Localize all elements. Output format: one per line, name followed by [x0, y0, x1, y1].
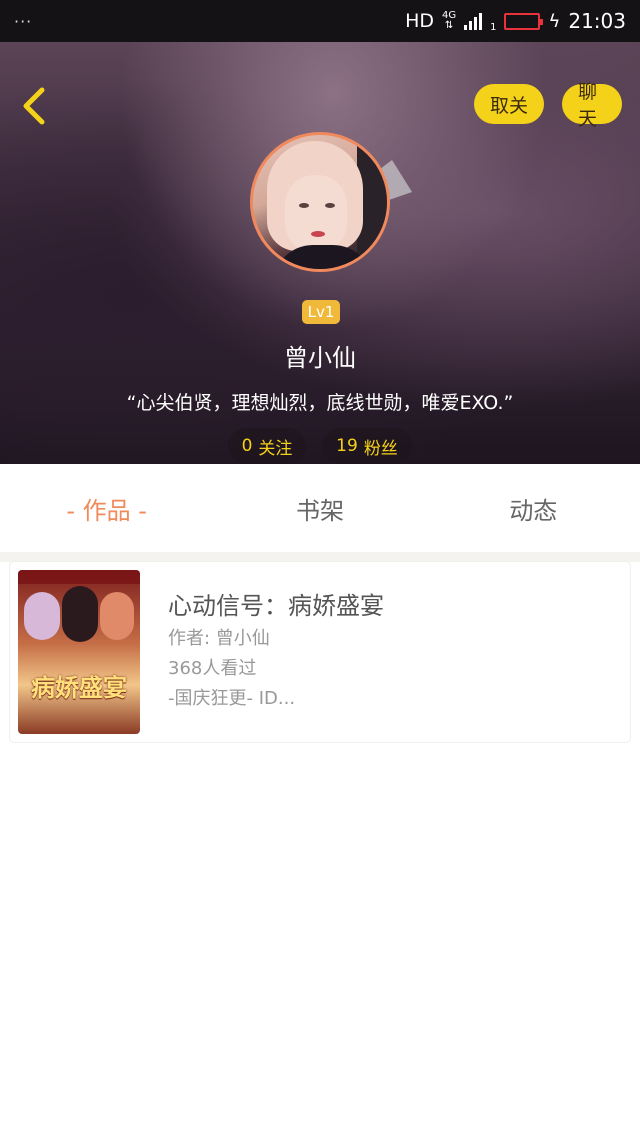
fans-label: 粉丝 — [363, 438, 398, 459]
following-label: 关注 — [258, 438, 293, 459]
username: 曾小仙 — [284, 344, 356, 372]
network-type: 4G ⇅ — [441, 10, 457, 31]
signal-icon — [464, 12, 483, 30]
back-button[interactable] — [18, 86, 52, 126]
status-bar: ··· HD 4G ⇅ 1 ϟ 21:03 — [0, 0, 640, 42]
chevron-left-icon — [23, 87, 45, 125]
chat-button[interactable]: 聊天 — [562, 81, 622, 130]
work-title: 心动信号：病娇盛宴 — [168, 592, 384, 620]
avatar[interactable] — [250, 132, 390, 272]
work-card[interactable]: 病娇盛宴 心动信号：病娇盛宴 作者: 曾小仙 368人看过 -国庆狂更- ID.… — [10, 562, 630, 742]
fans-count-button[interactable]: 19 粉丝 — [322, 428, 412, 464]
user-bio: “心尖伯贤，理想灿烈，底线世勋，唯爱EXO.” — [126, 392, 514, 414]
work-author: 作者: 曾小仙 — [168, 628, 270, 649]
fans-count: 19 — [336, 436, 358, 456]
notification-dots-icon: ··· — [14, 11, 33, 31]
book-cover-title: 病娇盛宴 — [31, 673, 127, 702]
work-views: 368人看过 — [168, 658, 257, 679]
following-count-button[interactable]: 0 关注 — [228, 428, 306, 464]
avatar-image — [250, 132, 390, 272]
status-indicators: HD 4G ⇅ 1 ϟ 21:03 — [405, 9, 626, 33]
work-description: -国庆狂更- ID... — [168, 688, 296, 709]
section-divider — [0, 552, 640, 562]
clock: 21:03 — [568, 9, 626, 33]
tab-bookshelf[interactable]: 书架 — [213, 491, 426, 526]
book-cover: 病娇盛宴 — [18, 570, 140, 734]
tab-activity[interactable]: 动态 — [427, 491, 640, 526]
profile-header: 取关 聊天 Lv1 曾小仙 “心尖伯贤，理想灿烈，底线世勋，唯爱EXO.” 0 … — [0, 42, 640, 464]
following-count: 0 — [241, 436, 253, 456]
hd-indicator: HD — [405, 10, 434, 32]
charging-icon: ϟ — [548, 10, 561, 32]
level-badge: Lv1 — [302, 300, 340, 324]
unfollow-button[interactable]: 取关 — [474, 84, 544, 124]
profile-tabs: - 作品 - 书架 动态 — [0, 464, 640, 552]
battery-icon — [504, 12, 544, 30]
sim-index: 1 — [490, 22, 497, 33]
tab-works[interactable]: - 作品 - — [0, 491, 213, 526]
